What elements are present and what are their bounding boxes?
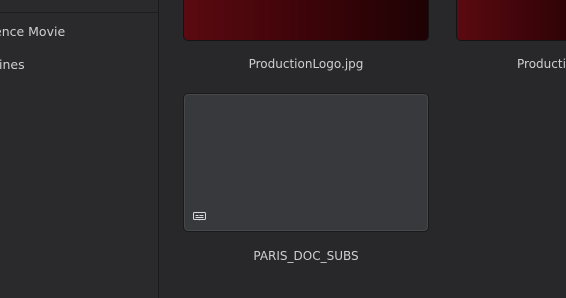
clip-thumbnail[interactable] [456,0,566,41]
clip-name: Producti [517,57,566,71]
app-window: ence Movie ines ProductionLogo.jpg Produ… [0,0,566,298]
sidebar-item-timelines[interactable]: ines [0,54,158,76]
sidebar-divider [0,12,158,13]
sidebar-item-label: ence Movie [0,24,66,39]
clip-thumbnail[interactable] [183,93,429,232]
clip-name: ProductionLogo.jpg [248,57,364,71]
clip-name: PARIS_DOC_SUBS [253,249,359,263]
clip-production-partial[interactable]: Producti [456,0,566,80]
clip-thumbnail[interactable] [183,0,429,41]
clip-paris-doc-subs[interactable]: PARIS_DOC_SUBS [183,93,429,273]
clip-production-logo[interactable]: ProductionLogo.jpg [183,0,429,80]
media-pool-grid: ProductionLogo.jpg Producti PARIS_DOC_SU… [159,0,566,298]
bin-list-sidebar: ence Movie ines [0,0,159,298]
sidebar-item-reference-movie[interactable]: ence Movie [0,21,158,43]
subtitle-icon [193,212,206,221]
sidebar-item-label: ines [0,57,25,72]
